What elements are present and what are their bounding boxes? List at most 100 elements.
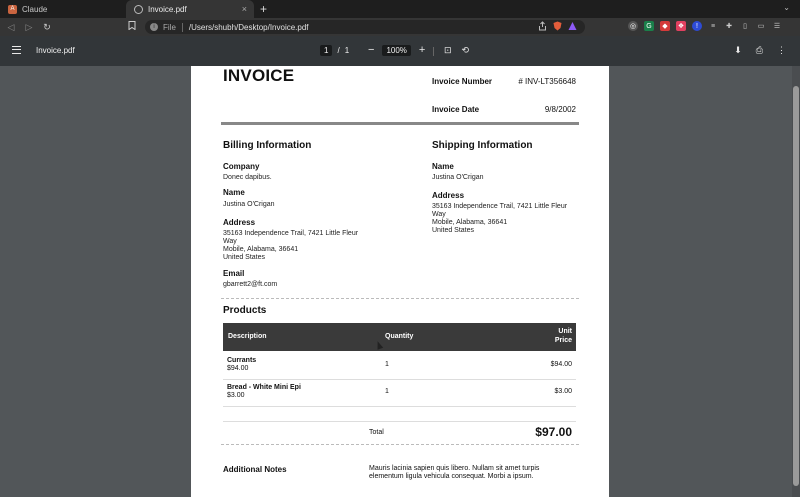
reload-icon[interactable]: ↻ — [40, 22, 54, 33]
page-selector: 1 / 1 — [320, 45, 349, 56]
product-qty: 1 — [385, 361, 389, 368]
billing-address-line4: United States — [223, 254, 266, 261]
billing-name-label: Name — [223, 188, 245, 197]
shipping-address-line3: Mobile, Alabama, 36641 — [432, 219, 508, 226]
url-scheme-label: File — [163, 22, 176, 32]
tab-search-icon[interactable]: ⌄ — [783, 3, 790, 12]
products-table-header: Description Quantity Unit Price — [223, 323, 576, 351]
billing-company-label: Company — [223, 162, 260, 171]
billing-email-label: Email — [223, 269, 245, 278]
claude-icon: A — [8, 4, 17, 14]
col-unit-price-line2: Price — [554, 337, 572, 344]
pdf-toolbar: Invoice.pdf 1 / 1 − 100% + ⊡ ⟲ ⬇ ⎙ ⋮ — [0, 36, 800, 66]
back-icon[interactable]: ◁ — [4, 22, 18, 33]
zoom-controls: − 100% + — [368, 44, 425, 56]
url-bar[interactable]: i File /Users/shubh/Desktop/Invoice.pdf — [145, 20, 585, 34]
tab-title: Claude — [22, 4, 48, 14]
section-divider — [221, 444, 579, 445]
menu-icon[interactable]: ☰ — [772, 21, 782, 31]
billing-company: Donec dapibus. — [223, 174, 272, 181]
tab-strip: A Claude Invoice.pdf × + ⌄ — [0, 0, 800, 18]
extensions-bar: ◎ G ◆ ❖ ! ≡ ✚ ▯ ▭ ☰ — [628, 21, 782, 31]
product-qty: 1 — [385, 388, 389, 395]
products-heading: Products — [223, 305, 267, 316]
shipping-address-line4: United States — [432, 227, 475, 234]
billing-heading: Billing Information — [223, 140, 312, 151]
brave-shield-icon[interactable] — [553, 21, 562, 31]
url-divider — [181, 22, 183, 32]
col-unit-price-line1: Unit — [558, 328, 572, 335]
tab-invoice-pdf[interactable]: Invoice.pdf × — [126, 0, 254, 18]
site-info-icon[interactable]: i — [150, 23, 158, 31]
product-price-sub: $94.00 — [227, 365, 249, 372]
product-unit-price: $94.00 — [550, 361, 572, 368]
download-icon[interactable]: ⬇ — [734, 45, 742, 56]
current-page-input[interactable]: 1 — [320, 45, 333, 56]
zoom-in-button[interactable]: + — [419, 44, 425, 56]
total-pages: 1 — [344, 46, 350, 55]
more-actions-icon[interactable]: ⋮ — [777, 45, 786, 56]
zoom-level-input[interactable]: 100% — [382, 44, 411, 56]
extension-red-icon[interactable]: ◆ — [660, 21, 670, 31]
page-separator: / — [337, 46, 340, 55]
pdf-page: INVOICE Invoice Number # INV-LT356648 In… — [191, 66, 609, 497]
extension-pink-icon[interactable]: ❖ — [676, 21, 686, 31]
extension-green-icon[interactable]: G — [644, 21, 654, 31]
col-quantity: Quantity — [385, 333, 414, 340]
billing-address-label: Address — [223, 218, 256, 227]
notes-label: Additional Notes — [223, 465, 287, 474]
globe-icon — [134, 4, 143, 14]
invoice-date: 9/8/2002 — [544, 105, 576, 114]
new-tab-button[interactable]: + — [260, 2, 267, 16]
total-amount: $97.00 — [535, 425, 572, 439]
product-unit-price: $3.00 — [554, 388, 572, 395]
shipping-address-line2: Way — [432, 211, 446, 218]
product-name: Currants — [227, 357, 257, 364]
billing-email: gbarrett2@ft.com — [223, 281, 278, 288]
omnibox-actions — [538, 21, 577, 31]
reading-list-icon[interactable]: ≡ — [708, 21, 718, 31]
notes-text: Mauris lacinia sapien quis libero. Nulla… — [369, 465, 540, 480]
close-tab-icon[interactable]: × — [242, 4, 247, 14]
bookmark-icon[interactable] — [128, 21, 136, 32]
billing-address-line3: Mobile, Alabama, 36641 — [223, 246, 299, 253]
vertical-scrollbar[interactable] — [792, 66, 800, 497]
invoice-number: # INV-LT356648 — [518, 77, 576, 86]
billing-address-line1: 35163 Independence Trail, 7421 Little Fl… — [223, 230, 359, 237]
invoice-number-label: Invoice Number — [432, 77, 493, 86]
header-divider — [221, 122, 579, 125]
extension-blue-icon[interactable]: ! — [692, 21, 702, 31]
pdf-viewer[interactable]: INVOICE Invoice Number # INV-LT356648 In… — [0, 66, 800, 497]
tab-title: Invoice.pdf — [148, 4, 187, 14]
invoice-title: INVOICE — [223, 66, 295, 85]
shipping-heading: Shipping Information — [432, 140, 533, 151]
shipping-name: Justina O'Crigan — [432, 174, 484, 181]
fit-to-page-icon[interactable]: ⊡ — [444, 45, 452, 56]
section-divider — [221, 298, 579, 299]
url-text: /Users/shubh/Desktop/Invoice.pdf — [188, 22, 309, 32]
rotate-icon[interactable]: ⟲ — [462, 45, 470, 56]
print-icon[interactable]: ⎙ — [756, 45, 763, 56]
pdf-title: Invoice.pdf — [36, 46, 75, 55]
invoice-date-label: Invoice Date — [432, 105, 480, 114]
col-description: Description — [228, 333, 267, 340]
sidebar-icon[interactable]: ▯ — [740, 21, 750, 31]
hamburger-menu-icon[interactable] — [12, 46, 21, 54]
total-label: Total — [369, 429, 384, 436]
extension-chatgpt-icon[interactable]: ◎ — [628, 21, 638, 31]
share-icon[interactable] — [538, 21, 547, 31]
forward-icon[interactable]: ▷ — [22, 22, 36, 33]
row-divider — [223, 421, 576, 422]
brave-rewards-icon[interactable] — [568, 21, 577, 31]
row-divider — [223, 406, 576, 407]
product-price-sub: $3.00 — [227, 392, 245, 399]
address-toolbar: ◁ ▷ ↻ i File /Users/shubh/Desktop/Invoic… — [0, 18, 800, 36]
puzzle-extensions-icon[interactable]: ✚ — [724, 21, 734, 31]
scrollbar-thumb[interactable] — [793, 86, 799, 486]
tab-claude[interactable]: A Claude — [0, 0, 126, 18]
wallet-icon[interactable]: ▭ — [756, 21, 766, 31]
view-buttons: ⊡ ⟲ — [444, 45, 469, 56]
billing-address-line2: Way — [223, 238, 237, 245]
shipping-address-line1: 35163 Independence Trail, 7421 Little Fl… — [432, 203, 568, 210]
zoom-out-button[interactable]: − — [368, 44, 374, 56]
